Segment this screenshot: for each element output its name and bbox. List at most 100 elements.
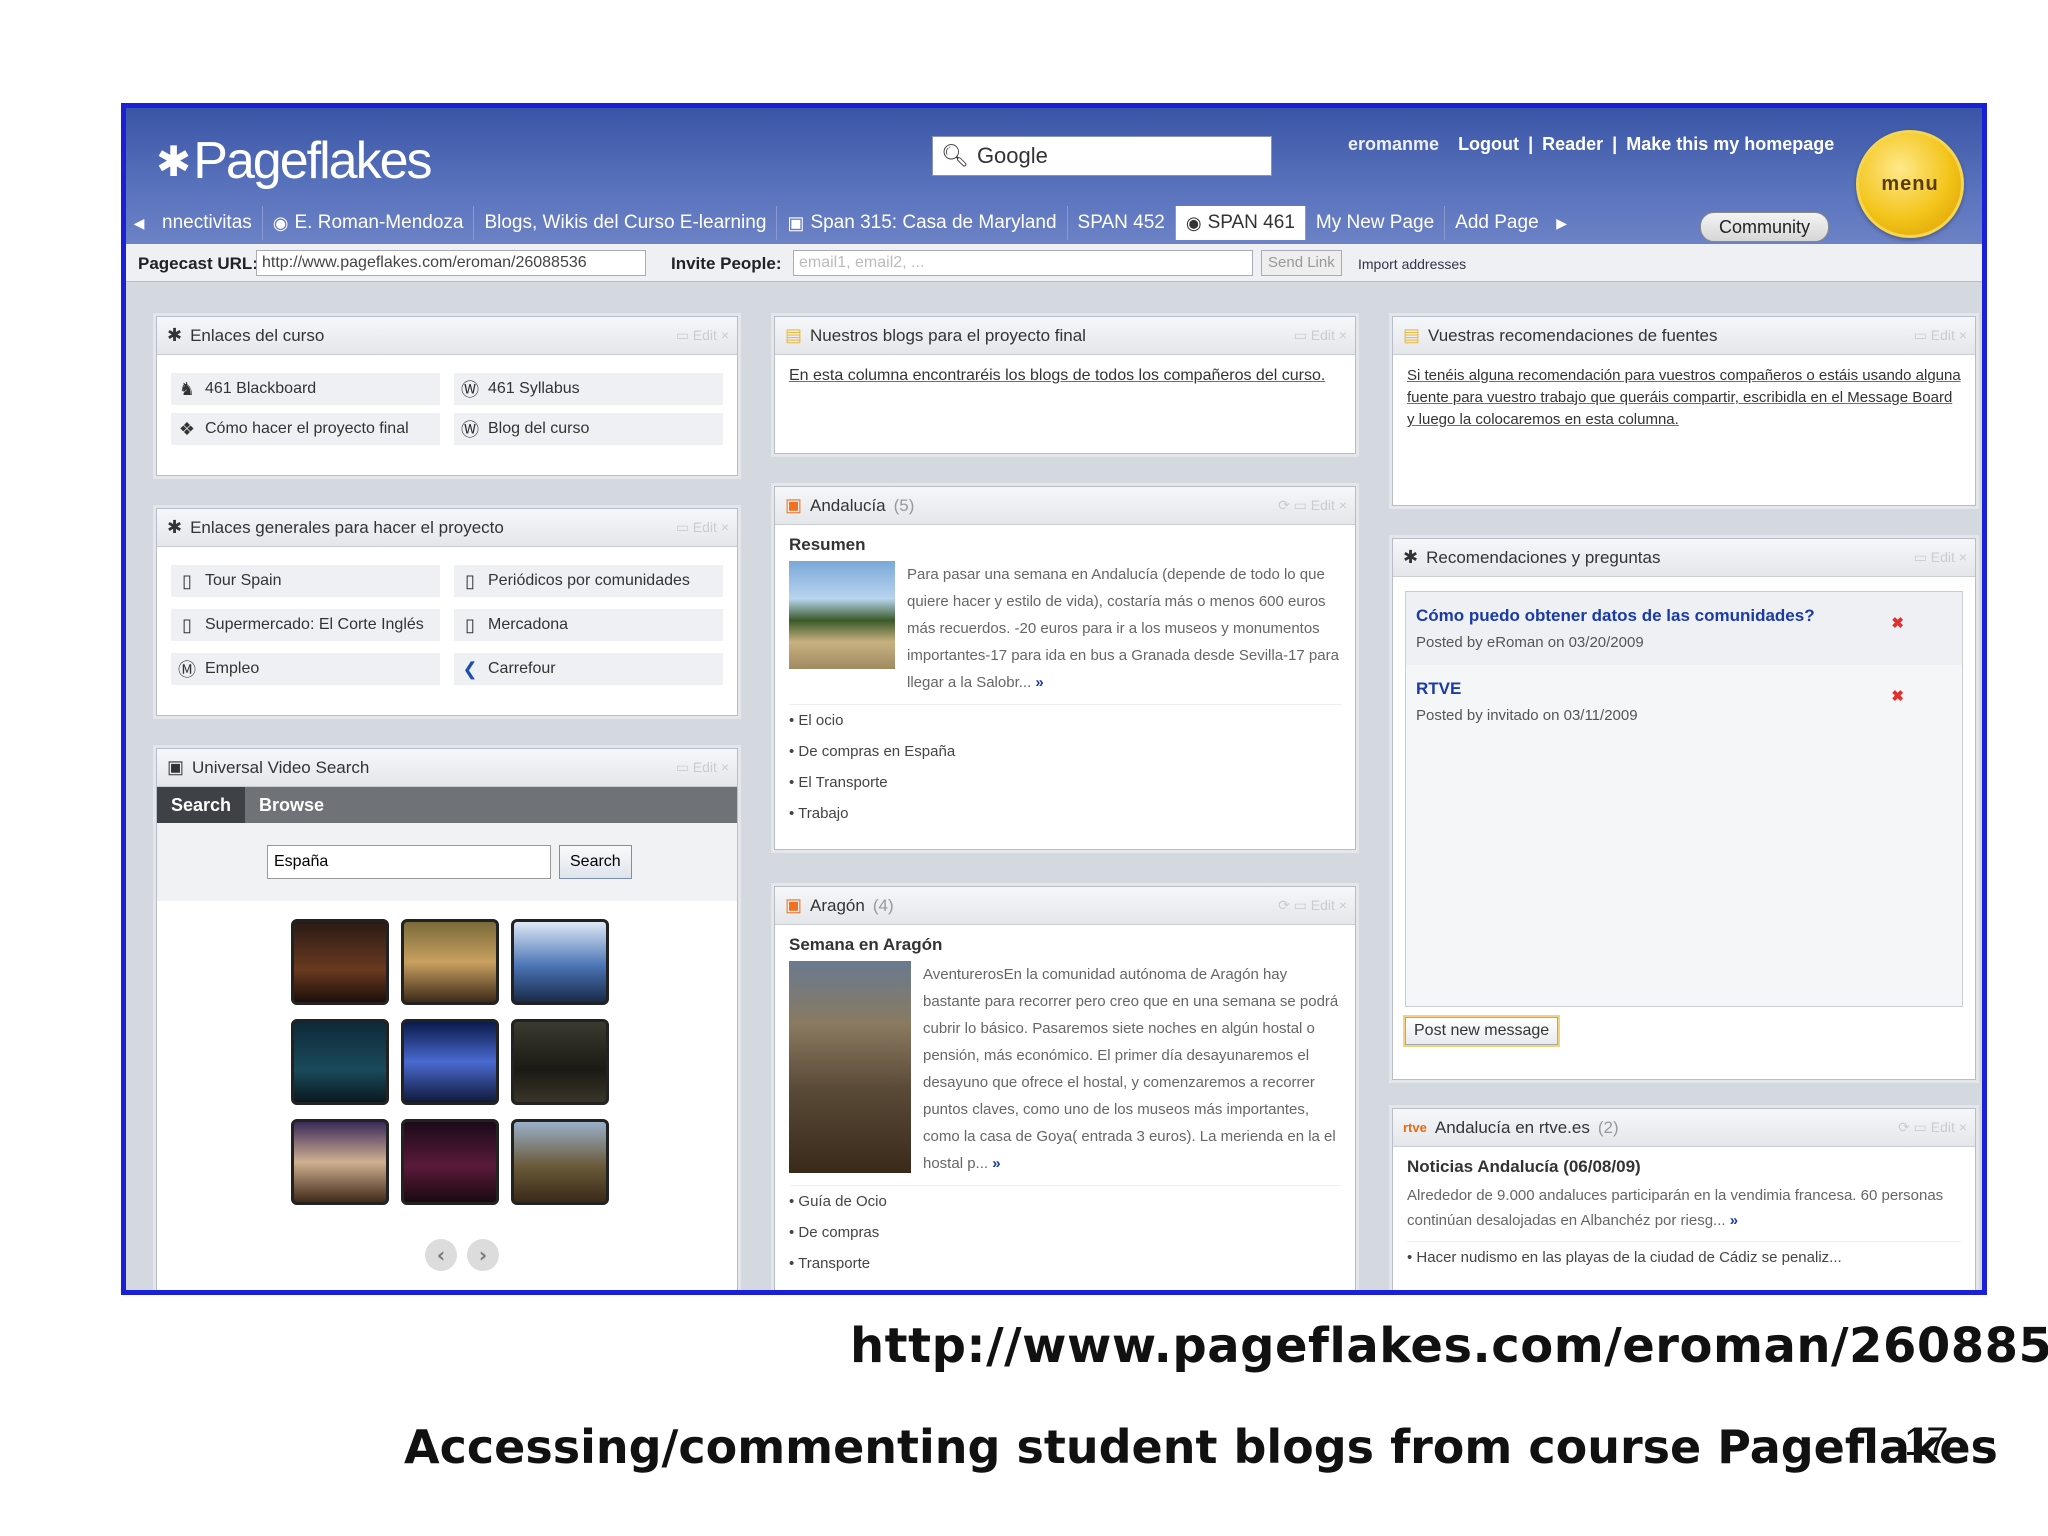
- add-page-tab[interactable]: Add Page: [1445, 206, 1548, 240]
- item-count: (4): [872, 895, 894, 915]
- link-blog-curso[interactable]: Ⓦ Blog del curso: [454, 413, 723, 445]
- import-addresses-link[interactable]: Import addresses: [1358, 256, 1466, 272]
- username-link[interactable]: eromanme: [1348, 134, 1439, 154]
- flake-edit-controls[interactable]: ▭ Edit ×: [1914, 549, 1967, 566]
- video-thumbnail[interactable]: [511, 919, 609, 1005]
- tab-span-452[interactable]: SPAN 452: [1068, 206, 1176, 240]
- tab-blogs-wikis[interactable]: Blogs, Wikis del Curso E-learning: [474, 206, 778, 240]
- post-link[interactable]: • Hacer nudismo en las playas de la ciud…: [1407, 1242, 1961, 1273]
- video-thumbnail[interactable]: [511, 1119, 609, 1205]
- flake-body: ♞ 461 Blackboard Ⓦ 461 Syllabus ❖ Cómo hace…: [157, 355, 737, 455]
- message-item[interactable]: RTVE Posted by invitado on 03/11/2009 ✖: [1406, 665, 1962, 738]
- link-461-syllabus[interactable]: Ⓦ 461 Syllabus: [454, 373, 723, 405]
- link-carrefour[interactable]: ❮ Carrefour: [454, 653, 723, 685]
- read-more-link[interactable]: »: [1035, 674, 1043, 691]
- flake-edit-controls[interactable]: ⟳ ▭ Edit ×: [1278, 897, 1347, 914]
- flake-header[interactable]: rtve Andalucía en rtve.es (2) ⟳ ▭ Edit ×: [1393, 1109, 1975, 1147]
- video-thumbnail[interactable]: [511, 1019, 609, 1105]
- post-link[interactable]: • De compras: [789, 1217, 1341, 1248]
- tab-connectivitas[interactable]: nnectivitas: [152, 206, 263, 240]
- next-page-icon[interactable]: ›: [467, 1239, 499, 1271]
- post-link[interactable]: • De compras en España: [789, 736, 1341, 767]
- tab-span-461[interactable]: ◉ SPAN 461: [1175, 206, 1306, 240]
- flake-edit-controls[interactable]: ▭ Edit ×: [676, 759, 729, 776]
- tabs-scroll-left-icon[interactable]: ◀: [126, 206, 152, 240]
- flake-header[interactable]: ▣ Universal Video Search ▭ Edit ×: [157, 749, 737, 787]
- post-link[interactable]: • El Transporte: [789, 767, 1341, 798]
- video-search-input[interactable]: [267, 845, 551, 879]
- flake-edit-controls[interactable]: ▭ Edit ×: [676, 327, 729, 344]
- tab-label: Search: [171, 794, 232, 815]
- post-link[interactable]: • El ocio: [789, 705, 1341, 736]
- tab-roman-mendoza[interactable]: ◉ E. Roman-Mendoza: [263, 206, 475, 240]
- flake-edit-controls[interactable]: ▭ Edit ×: [676, 519, 729, 536]
- message-title[interactable]: RTVE: [1416, 679, 1952, 699]
- video-thumbnail[interactable]: [291, 1119, 389, 1205]
- link-periodicos[interactable]: ▯ Periódicos por comunidades: [454, 565, 723, 597]
- flake-header[interactable]: ✱ Recomendaciones y preguntas ▭ Edit ×: [1393, 539, 1975, 577]
- post-link[interactable]: • Trabajo: [789, 798, 1341, 829]
- video-thumbnail[interactable]: [291, 919, 389, 1005]
- flake-title: Vuestras recomendaciones de fuentes: [1428, 325, 1718, 345]
- flake-header[interactable]: ✱ Enlaces generales para hacer el proyec…: [157, 509, 737, 547]
- page-icon: ▯: [465, 614, 475, 635]
- flake-edit-controls[interactable]: ▭ Edit ×: [1294, 327, 1347, 344]
- flake-header[interactable]: ▣ Andalucía (5) ⟳ ▭ Edit ×: [775, 487, 1355, 525]
- video-thumbnail[interactable]: [291, 1019, 389, 1105]
- video-search-button[interactable]: Search: [559, 845, 632, 879]
- make-homepage-link[interactable]: Make this my homepage: [1626, 134, 1834, 154]
- delete-icon[interactable]: ✖: [1891, 687, 1904, 705]
- post-new-message-button[interactable]: Post new message: [1405, 1017, 1559, 1045]
- link-tour-spain[interactable]: ▯ Tour Spain: [171, 565, 440, 597]
- post-title[interactable]: Resumen: [789, 535, 1341, 555]
- pagecast-url-field[interactable]: http://www.pageflakes.com/eroman/2608853…: [256, 250, 646, 276]
- reader-link[interactable]: Reader: [1542, 134, 1603, 154]
- prev-page-icon[interactable]: ‹: [425, 1239, 457, 1271]
- flake-edit-controls[interactable]: ⟳ ▭ Edit ×: [1898, 1119, 1967, 1136]
- note-icon: ▤: [785, 325, 803, 345]
- delete-icon[interactable]: ✖: [1891, 614, 1904, 632]
- flake-title: Universal Video Search: [192, 757, 370, 777]
- link-461-blackboard[interactable]: ♞ 461 Blackboard: [171, 373, 440, 405]
- video-pager: ‹ ›: [425, 1239, 499, 1271]
- read-more-link[interactable]: »: [1730, 1212, 1738, 1229]
- flake-header[interactable]: ▤ Nuestros blogs para el proyecto final …: [775, 317, 1355, 355]
- post-link[interactable]: • Transporte: [789, 1248, 1341, 1279]
- tab-my-new-page[interactable]: My New Page: [1306, 206, 1446, 240]
- video-thumbnail[interactable]: [401, 1119, 499, 1205]
- link-label: Tour Spain: [205, 572, 282, 589]
- menu-button[interactable]: menu: [1856, 130, 1964, 238]
- link-empleo[interactable]: Ⓜ Empleo: [171, 653, 440, 685]
- post-title[interactable]: Semana en Aragón: [789, 935, 1341, 955]
- logout-link[interactable]: Logout: [1458, 134, 1519, 154]
- video-tab-browse[interactable]: Browse: [245, 787, 338, 823]
- tab-label: Blogs, Wikis del Curso E-learning: [484, 212, 767, 233]
- flake-header[interactable]: ✱ Enlaces del curso ▭ Edit ×: [157, 317, 737, 355]
- video-thumbnail[interactable]: [401, 1019, 499, 1105]
- google-search-box[interactable]: 🔍︎ Google: [932, 136, 1272, 176]
- send-link-button[interactable]: Send Link: [1261, 250, 1342, 276]
- carrefour-icon: ❮: [462, 658, 478, 679]
- pageflakes-logo[interactable]: ✱ Pageflakes: [156, 126, 433, 196]
- flake-body: Noticias Andalucía (06/08/09) Alrededor …: [1393, 1147, 1975, 1283]
- post-link[interactable]: • Guía de Ocio: [789, 1186, 1341, 1217]
- post-title[interactable]: Noticias Andalucía (06/08/09): [1407, 1157, 1961, 1177]
- separator: |: [1612, 134, 1618, 154]
- flake-edit-controls[interactable]: ⟳ ▭ Edit ×: [1278, 497, 1347, 514]
- message-item[interactable]: Cómo puedo obtener datos de las comunida…: [1406, 592, 1962, 665]
- read-more-link[interactable]: »: [992, 1155, 1000, 1172]
- community-button[interactable]: Community: [1700, 212, 1830, 242]
- link-proyecto-final[interactable]: ❖ Cómo hacer el proyecto final: [171, 413, 440, 445]
- video-tab-search[interactable]: Search: [157, 787, 246, 823]
- tab-span-315[interactable]: ▣ Span 315: Casa de Maryland: [777, 206, 1068, 240]
- video-thumbnail[interactable]: [401, 919, 499, 1005]
- invite-email-field[interactable]: email1, email2, ...: [793, 250, 1253, 276]
- message-title[interactable]: Cómo puedo obtener datos de las comunida…: [1416, 606, 1952, 626]
- flake-header[interactable]: ▤ Vuestras recomendaciones de fuentes ▭ …: [1393, 317, 1975, 355]
- link-corte-ingles[interactable]: ▯ Supermercado: El Corte Inglés: [171, 609, 440, 641]
- flake-header[interactable]: ▣ Aragón (4) ⟳ ▭ Edit ×: [775, 887, 1355, 925]
- link-mercadona[interactable]: ▯ Mercadona: [454, 609, 723, 641]
- flake-edit-controls[interactable]: ▭ Edit ×: [1914, 327, 1967, 344]
- tab-label: SPAN 461: [1207, 212, 1295, 233]
- tabs-scroll-right-icon[interactable]: ▶: [1549, 206, 1575, 240]
